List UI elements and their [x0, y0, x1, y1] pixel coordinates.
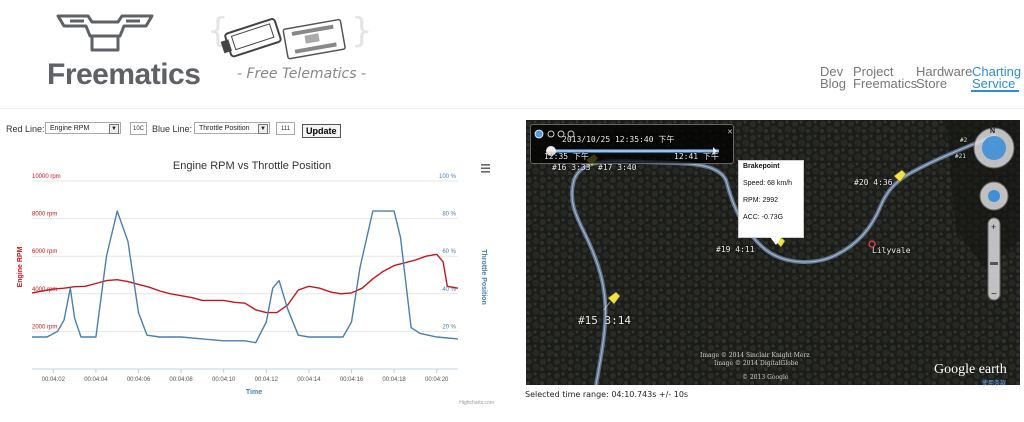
map-navigation-controls[interactable]: N + − — [970, 124, 1018, 304]
header-divider — [0, 108, 1024, 109]
svg-text:✕: ✕ — [727, 129, 733, 136]
map-label: Lilyvale — [872, 246, 911, 255]
chevron-down-icon: ▼ — [258, 124, 268, 134]
update-button[interactable]: Update — [302, 124, 341, 138]
obd-adapter-icon: { } — [207, 11, 373, 60]
x-tick-label: 00:04:10 — [212, 377, 236, 383]
playback-time: 2013/10/25 12:35:40 下午 — [562, 135, 675, 144]
map-credit: © 2013 Google — [742, 374, 789, 381]
chart-menu-icon[interactable] — [481, 164, 490, 173]
y-left-tick-label: 6000 rpm — [32, 249, 57, 255]
rpm-throttle-chart: Engine RPM vs Throttle Position 2000 rpm… — [17, 160, 494, 406]
nav-hardware-store[interactable]: Hardware Store — [916, 65, 972, 91]
y-left-tick-label: 8000 rpm — [32, 212, 57, 218]
tooltip-rpm: RPM: 2992 — [743, 197, 779, 204]
y-axis-right-label: Throttle Position — [480, 249, 487, 305]
blue-line-select-value: Throttle Position — [199, 125, 250, 132]
tooltip-title: Brakepoint — [743, 163, 780, 170]
nav-charting-service[interactable]: Charting Service — [972, 65, 1021, 91]
x-tick-label: 00:04:12 — [255, 377, 279, 383]
banner: { } - Free Telematics - — [205, 11, 373, 90]
blue-pid-field[interactable]: 111 — [276, 122, 295, 135]
tooltip-pointer — [770, 237, 782, 245]
nav-project-freematics[interactable]: Project Freematics — [853, 65, 918, 91]
tooltip-acc: ACC: -0.73G — [743, 214, 784, 221]
y-right-tick-label: 20 % — [442, 324, 456, 330]
blue-line-select[interactable]: Throttle Position ▼ — [194, 122, 270, 134]
range-start: 12:35 下午 — [544, 152, 589, 161]
banner-tagline: - Free Telematics - — [237, 66, 367, 82]
chart-title: Engine RPM vs Throttle Position — [173, 160, 331, 172]
x-axis-label: Time — [246, 389, 262, 396]
logo-text: Freematics — [47, 58, 201, 91]
y-right-tick-label: 80 % — [442, 212, 456, 218]
range-end: 12:41 下午 — [674, 152, 719, 161]
map-label: #17 3:40 — [598, 163, 637, 172]
nav-label: Blog — [820, 76, 847, 91]
x-tick-label: 00:04:20 — [425, 377, 449, 383]
x-tick-label: 00:04:06 — [127, 377, 151, 383]
x-tick-label: 00:04:18 — [382, 377, 406, 383]
zoom-in-icon[interactable]: + — [991, 222, 996, 232]
map-label: #19 4:11 — [716, 245, 755, 254]
map-label: #15 3:14 — [578, 314, 631, 327]
freematics-logo-icon[interactable] — [50, 10, 160, 58]
map-credit: Image © 2014 Sinclair Knight Merz — [700, 352, 810, 359]
x-tick-label: 00:04:04 — [84, 377, 108, 383]
throttle-position-series-line — [32, 210, 459, 344]
brakepoint-tooltip: Brakepoint Speed: 68 km/h RPM: 2992 ACC:… — [738, 160, 804, 238]
red-line-select-value: Engine RPM — [50, 125, 90, 132]
svg-text:}: } — [351, 12, 370, 51]
chevron-down-icon: ▼ — [109, 124, 119, 134]
blue-line-label: Blue Line: — [152, 124, 193, 134]
engine-rpm-series-line — [31, 253, 459, 314]
nav-label: Store — [916, 76, 948, 91]
map-label: #16 3:33 — [552, 163, 591, 172]
y-left-tick-label: 2000 rpm — [32, 324, 57, 330]
red-line-select[interactable]: Engine RPM ▼ — [45, 122, 121, 134]
terms-link[interactable]: 使用条款 — [982, 378, 1006, 387]
x-tick-label: 00:04:16 — [340, 377, 364, 383]
nav-active-underline — [971, 90, 1019, 92]
x-tick-label: 00:04:02 — [42, 377, 66, 383]
selected-time-range: Selected time range: 04:10.743s +/- 10s — [525, 390, 689, 399]
map-label: #20 4:36 — [854, 178, 893, 187]
google-earth-logo: Google earth — [934, 362, 1007, 377]
nav-label: Freematics — [853, 76, 918, 91]
x-tick-label: 00:04:14 — [297, 377, 321, 383]
y-left-tick-label: 10000 rpm — [32, 174, 61, 180]
red-line-label: Red Line: — [6, 124, 45, 134]
tooltip-speed: Speed: 68 km/h — [743, 180, 793, 187]
x-tick-label: 00:04:08 — [169, 377, 193, 383]
svg-text:N: N — [990, 128, 995, 135]
y-right-tick-label: 100 % — [439, 174, 457, 180]
red-pid-field[interactable]: 10C — [130, 122, 147, 135]
y-right-tick-label: 60 % — [442, 249, 456, 255]
nav-label: Service — [972, 76, 1016, 91]
map-label: #2 — [960, 137, 968, 144]
nav-dev-blog[interactable]: Dev Blog — [820, 65, 847, 91]
y-axis-left-label: Engine RPM — [17, 246, 24, 287]
chart-credits[interactable]: Highcharts.com — [459, 400, 494, 406]
zoom-out-icon[interactable]: − — [991, 289, 997, 300]
map-label: #21 — [955, 153, 966, 160]
map-credit: Image © 2014 DigitalGlobe — [714, 360, 799, 367]
